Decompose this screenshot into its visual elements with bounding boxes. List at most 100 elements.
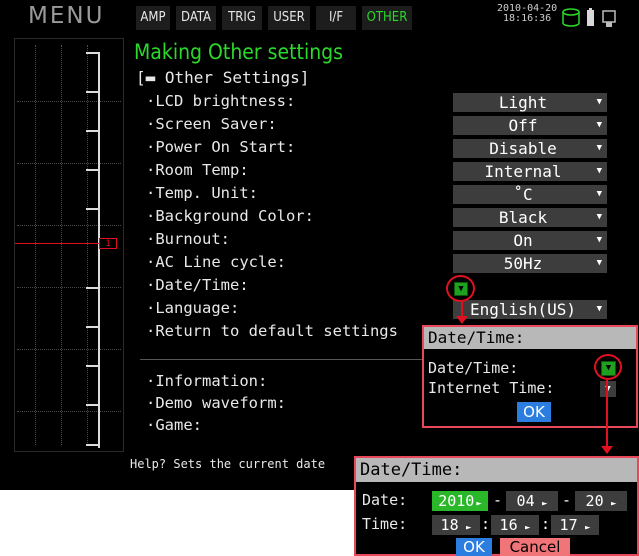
- grid-line: [17, 101, 121, 102]
- second-field[interactable]: 17 ►: [551, 515, 599, 535]
- date-label: Date:: [362, 491, 408, 509]
- label-return-default[interactable]: ·Return to default settings: [146, 322, 398, 340]
- scale-tick: [86, 404, 98, 406]
- label-background-color: ·Background Color:: [146, 207, 314, 225]
- scale-tick: [86, 91, 98, 93]
- day-field[interactable]: 20 ►: [575, 491, 627, 511]
- select-value: Off: [508, 116, 538, 135]
- right-arrow-icon: ►: [460, 523, 472, 533]
- popup-internet-time-label: Internet Time:: [428, 379, 555, 397]
- select-value: Disable: [489, 139, 557, 158]
- date-separator: -: [562, 491, 572, 509]
- right-arrow-icon: ►: [536, 499, 548, 509]
- select-value: ˚C: [513, 185, 533, 204]
- label-game[interactable]: ·Game:: [146, 416, 202, 434]
- month-field[interactable]: 04 ►: [506, 491, 558, 511]
- date-separator: -: [493, 491, 503, 509]
- label-power-on-start: ·Power On Start:: [146, 138, 296, 156]
- day-value: 20: [585, 492, 604, 510]
- label-room-temp: ·Room Temp:: [146, 161, 249, 179]
- grid-line: [87, 45, 88, 445]
- select-value: English(US): [470, 300, 576, 319]
- select-value: Internal: [484, 162, 562, 181]
- callout-arrowhead: [456, 316, 468, 324]
- callout-arrowhead: [601, 446, 613, 454]
- screen-saver-select[interactable]: Off ▼: [453, 116, 607, 135]
- page-title: Making Other settings: [134, 40, 344, 64]
- channel-marker: 1: [99, 238, 117, 249]
- select-value: Light: [498, 93, 548, 112]
- popup-date-time-label: Date/Time:: [428, 359, 519, 377]
- tab-if[interactable]: I/F: [316, 6, 356, 30]
- hour-value: 18: [440, 516, 459, 534]
- label-screen-saver: ·Screen Saver:: [146, 115, 277, 133]
- temp-unit-select[interactable]: ˚C ▼: [453, 185, 607, 204]
- dropdown-arrow-icon: ▼: [596, 258, 602, 268]
- scale-tick: [86, 444, 98, 446]
- lcd-brightness-select[interactable]: Light ▼: [453, 93, 607, 112]
- tab-other[interactable]: OTHER: [362, 6, 412, 30]
- top-bar: MENU AMP DATA TRIG USER I/F OTHER 2010-0…: [0, 0, 639, 36]
- tab-user[interactable]: USER: [268, 6, 310, 30]
- month-value: 04: [516, 492, 535, 510]
- label-burnout: ·Burnout:: [146, 230, 230, 248]
- dropdown-arrow-icon: ▼: [596, 143, 602, 153]
- grid-line: [17, 287, 121, 288]
- waveform-trace: [15, 243, 99, 244]
- year-field[interactable]: 2010 ►: [432, 491, 488, 511]
- right-arrow-icon: ►: [476, 499, 482, 509]
- highlight-circle: [446, 275, 475, 302]
- label-language: ·Language:: [146, 299, 240, 317]
- scale-tick: [86, 52, 98, 54]
- section-header: [▬ Other Settings]: [136, 68, 310, 87]
- background-color-select[interactable]: Black ▼: [453, 208, 607, 227]
- right-arrow-icon: ►: [605, 499, 617, 509]
- callout-arrow: [606, 380, 608, 452]
- second-value: 17: [559, 516, 578, 534]
- hour-field[interactable]: 18 ►: [432, 515, 480, 535]
- ac-line-cycle-select[interactable]: 50Hz ▼: [453, 254, 607, 273]
- dropdown-arrow-icon: ▼: [596, 304, 602, 314]
- scale-tick: [86, 169, 98, 171]
- clock: 2010-04-20 18:16:36: [497, 4, 557, 24]
- battery-icon: [587, 8, 594, 26]
- scale-bar: [98, 52, 100, 448]
- scale-tick: [86, 365, 98, 367]
- grid-line: [61, 45, 62, 445]
- label-information[interactable]: ·Information:: [146, 372, 267, 390]
- right-arrow-icon: ►: [519, 523, 531, 533]
- ok-button[interactable]: OK: [517, 402, 551, 422]
- power-on-start-select[interactable]: Disable ▼: [453, 139, 607, 158]
- time-separator: :: [541, 515, 551, 533]
- usb-icon: [602, 10, 616, 27]
- ok-button[interactable]: OK: [456, 538, 492, 556]
- dropdown-arrow-icon: ▼: [596, 97, 602, 107]
- minute-field[interactable]: 16 ►: [491, 515, 539, 535]
- grid-line: [17, 349, 121, 350]
- dropdown-arrow-icon: ▼: [596, 120, 602, 130]
- popup-title: Date/Time:: [356, 458, 637, 482]
- dropdown-arrow-icon: ▼: [596, 189, 602, 199]
- help-text: Help? Sets the current date: [130, 457, 326, 471]
- internet-time-button[interactable]: ▼: [600, 381, 616, 397]
- scale-tick: [86, 326, 98, 328]
- date-time-set-popup: Date/Time: Date: Time: 2010 ► - 04 ► - 20…: [354, 456, 639, 556]
- select-value: On: [513, 231, 533, 250]
- room-temp-select[interactable]: Internal ▼: [453, 162, 607, 181]
- cancel-button[interactable]: Cancel: [500, 538, 570, 556]
- scale-tick: [86, 287, 98, 289]
- storage-icon: [562, 8, 580, 27]
- tab-trig[interactable]: TRIG: [222, 6, 262, 30]
- tab-data[interactable]: DATA: [176, 6, 216, 30]
- dropdown-arrow-icon: ▼: [596, 212, 602, 222]
- select-value: Black: [498, 208, 548, 227]
- clock-time: 18:16:36: [503, 13, 552, 24]
- burnout-select[interactable]: On ▼: [453, 231, 607, 250]
- dropdown-arrow-icon: ▼: [596, 235, 602, 245]
- label-demo-waveform[interactable]: ·Demo waveform:: [146, 394, 286, 412]
- select-value: 50Hz: [503, 254, 543, 273]
- tab-amp[interactable]: AMP: [136, 6, 170, 30]
- language-select[interactable]: English(US) ▼: [453, 300, 607, 319]
- grid-line: [17, 163, 121, 164]
- year-value: 2010: [438, 492, 475, 510]
